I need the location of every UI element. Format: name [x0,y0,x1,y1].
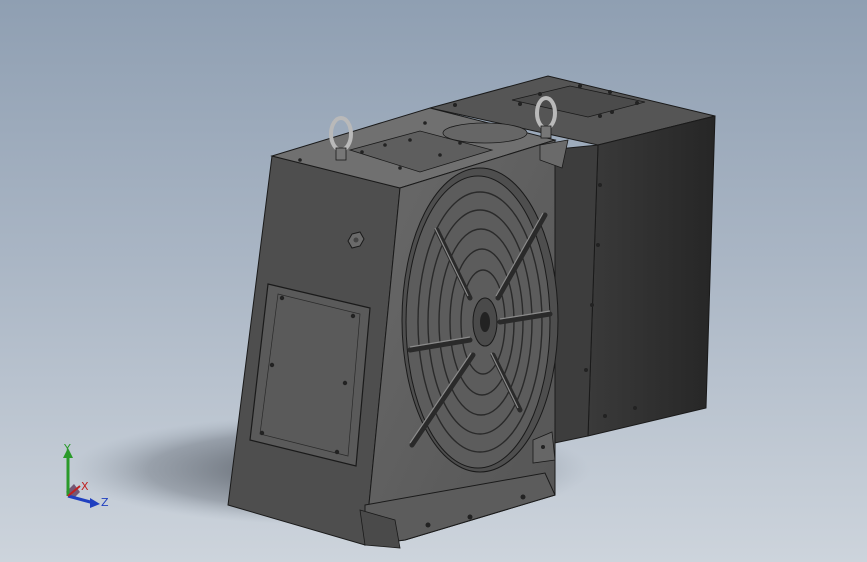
triad-y-label: Y [63,442,71,455]
top-bearing-housing [442,122,528,144]
axis-triad: Y X Z [63,442,109,509]
model-viewport[interactable]: Y X Z [0,0,867,562]
rotary-faceplate[interactable] [401,167,559,473]
triad-z-arrowhead [90,498,100,508]
triad-x-label: X [81,480,89,493]
side-access-plate [249,283,371,467]
triad-z-label: Z [101,496,109,509]
rotary-table-model[interactable] [0,0,867,562]
